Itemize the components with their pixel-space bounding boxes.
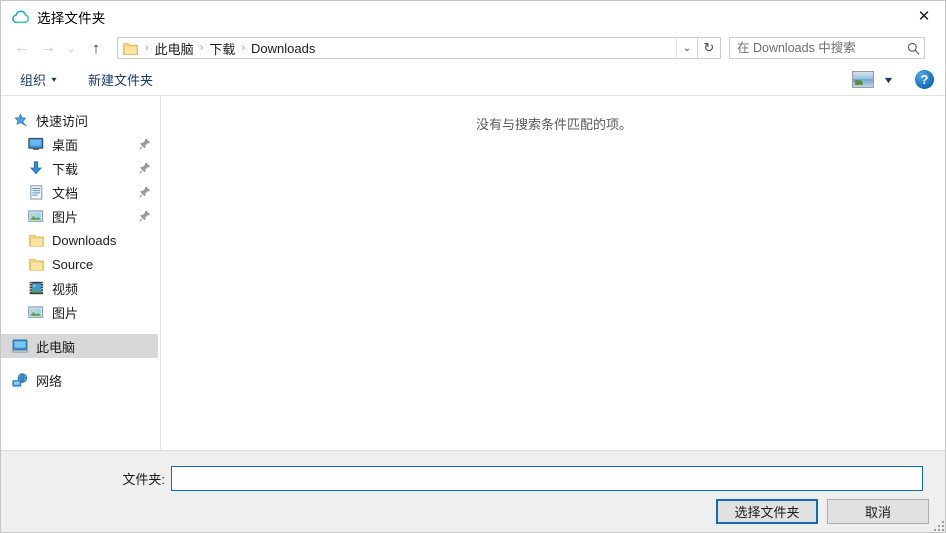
document-icon — [27, 184, 45, 200]
pin-icon[interactable] — [138, 161, 152, 175]
cancel-button[interactable]: 取消 — [827, 499, 929, 524]
video-icon — [27, 280, 45, 296]
folder-icon — [27, 256, 45, 272]
sidebar-item-pictures[interactable]: 图片 — [1, 204, 160, 228]
help-icon[interactable]: ? — [915, 70, 934, 89]
cloud-icon — [11, 8, 29, 26]
navigation-pane[interactable]: 快速访问 桌面 下载 文档 图片 Downloads Source 视频 图片 … — [1, 96, 161, 450]
new-folder-button[interactable]: 新建文件夹 — [82, 67, 159, 92]
sidebar-item-source[interactable]: Source — [1, 252, 160, 276]
organize-label: 组织 — [20, 73, 47, 88]
sidebar-item-label: 此电脑 — [36, 339, 76, 355]
sidebar-item-desktop[interactable]: 桌面 — [1, 132, 160, 156]
desktop-icon — [27, 136, 45, 152]
chevron-down-icon[interactable]: ▼ — [882, 75, 894, 85]
picture-icon — [27, 304, 45, 320]
folder-icon — [27, 232, 45, 248]
back-button[interactable]: ← — [9, 36, 35, 60]
forward-button[interactable]: → — [35, 36, 61, 60]
recent-locations-icon[interactable]: ⌄ — [61, 36, 81, 60]
chevron-down-icon: ▾ — [51, 75, 57, 84]
star-pin-icon — [11, 112, 29, 128]
breadcrumb[interactable]: › 此电脑 › 下载 › Downloads ⌄ — [117, 37, 698, 59]
select-folder-dialog: 选择文件夹 ✕ ← → ⌄ ↑ › 此电脑 › 下载 › Downloads ⌄… — [0, 0, 946, 533]
select-folder-button[interactable]: 选择文件夹 — [716, 499, 818, 524]
folder-name-label: 文件夹: — [122, 472, 165, 487]
search-input[interactable] — [730, 40, 902, 56]
dialog-footer: 文件夹: 选择文件夹 取消 — [1, 450, 945, 532]
breadcrumb-separator: › — [145, 42, 149, 54]
refresh-icon[interactable]: ↻ — [698, 37, 721, 59]
pin-icon[interactable] — [138, 209, 152, 223]
sidebar-item-label: 图片 — [52, 305, 79, 321]
sidebar-item-documents[interactable]: 文档 — [1, 180, 160, 204]
title-bar: 选择文件夹 ✕ — [1, 1, 945, 32]
view-mode-icon[interactable] — [852, 71, 875, 88]
sidebar-item-label: 图片 — [52, 209, 79, 225]
sidebar-item-network[interactable]: 网络 — [1, 368, 160, 392]
sidebar-item-label: 文档 — [52, 185, 79, 201]
breadcrumb-item-0[interactable]: 此电脑 — [155, 39, 194, 58]
network-icon — [11, 372, 29, 388]
folder-icon — [123, 41, 139, 55]
window-title: 选择文件夹 — [37, 10, 106, 26]
sidebar-item-label: 快速访问 — [36, 113, 89, 129]
file-list[interactable]: 没有与搜索条件匹配的项。 — [162, 96, 945, 450]
dialog-buttons: 选择文件夹 取消 — [716, 499, 929, 524]
sidebar-item-downloads-zh[interactable]: 下载 — [1, 156, 160, 180]
sidebar-item-videos[interactable]: 视频 — [1, 276, 160, 300]
sidebar-item-pictures-library[interactable]: 图片 — [1, 300, 160, 324]
sidebar-item-label: 桌面 — [52, 137, 79, 153]
download-arrow-icon — [27, 160, 45, 176]
search-box[interactable] — [729, 37, 925, 59]
address-bar: ← → ⌄ ↑ › 此电脑 › 下载 › Downloads ⌄ ↻ — [1, 32, 945, 64]
picture-icon — [27, 208, 45, 224]
sidebar-item-label: 网络 — [36, 373, 63, 389]
organize-button[interactable]: 组织 ▾ — [14, 67, 62, 92]
breadcrumb-separator: › — [241, 42, 246, 54]
breadcrumb-item-2[interactable]: Downloads — [251, 41, 315, 56]
this-pc-icon — [11, 338, 29, 354]
pin-icon[interactable] — [138, 137, 152, 151]
folder-name-row: 文件夹: — [1, 466, 945, 491]
breadcrumb-separator: › — [199, 42, 204, 54]
sidebar-item-downloads-folder[interactable]: Downloads — [1, 228, 160, 252]
search-icon — [902, 42, 924, 55]
sidebar-item-label: 视频 — [52, 281, 79, 297]
sidebar-item-label: Source — [52, 256, 94, 272]
up-button[interactable]: ↑ — [83, 36, 109, 60]
chevron-down-icon[interactable]: ⌄ — [676, 38, 697, 58]
resize-grip[interactable] — [931, 518, 944, 531]
sidebar-item-this-pc[interactable]: 此电脑 — [1, 334, 158, 358]
folder-name-input[interactable] — [171, 466, 923, 491]
pin-icon[interactable] — [138, 185, 152, 199]
command-bar: 组织 ▾ 新建文件夹 ▼ ? — [1, 64, 945, 96]
empty-state-message: 没有与搜索条件匹配的项。 — [475, 117, 632, 132]
tree-gap — [1, 358, 160, 368]
sidebar-item-label: 下载 — [52, 161, 79, 177]
breadcrumb-item-1[interactable]: 下载 — [209, 39, 235, 58]
sidebar-item-quick-access[interactable]: 快速访问 — [1, 108, 160, 132]
close-icon[interactable]: ✕ — [901, 1, 945, 31]
tree-gap — [1, 324, 160, 334]
sidebar-item-label: Downloads — [52, 232, 117, 248]
